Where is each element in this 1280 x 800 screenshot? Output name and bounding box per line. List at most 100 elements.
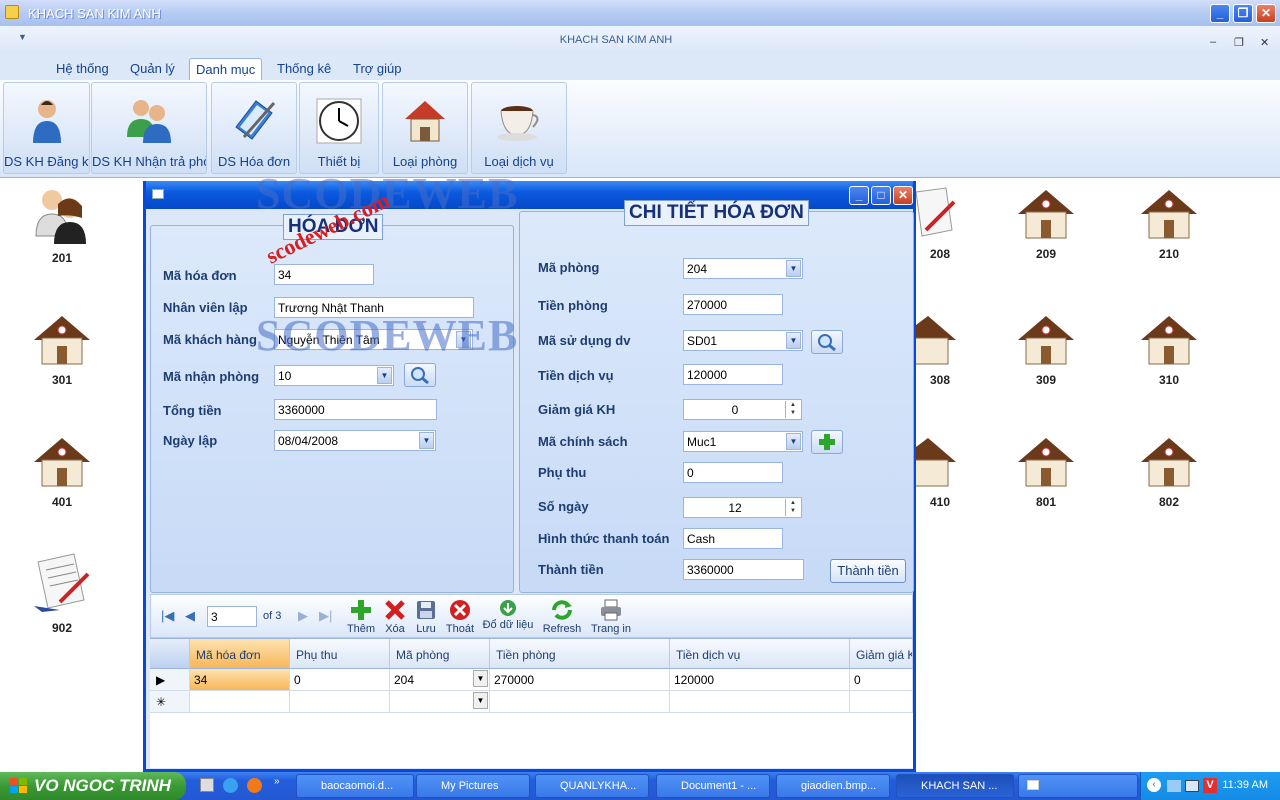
calc-thanh-tien-button[interactable]: Thành tiền (830, 559, 906, 583)
position-input[interactable]: 3 (207, 606, 257, 627)
antivirus-icon[interactable]: V (1203, 778, 1217, 793)
chevron-down-icon[interactable]: ▼ (786, 433, 801, 450)
dialog-maximize-button[interactable]: □ (871, 186, 891, 205)
add-chinh-sach-button[interactable] (811, 430, 843, 454)
room-201[interactable]: 201 (22, 186, 102, 265)
new-row-icon[interactable]: ✳ (150, 691, 190, 713)
maximize-button[interactable]: ❐ (1233, 4, 1253, 23)
taskbar-item-document1[interactable]: Document1 - ... (656, 774, 770, 798)
taskbar-item-my-pictures[interactable]: My Pictures (416, 774, 530, 798)
delete-button[interactable]: Xóa (381, 599, 409, 635)
ribbon-ds-kh-nhan-tra-phong-button[interactable]: DS KH Nhận trả phòng (91, 82, 207, 174)
room-310[interactable]: 310 (1129, 312, 1209, 387)
hinh-thuc-thanh-toan-input[interactable]: Cash (683, 528, 783, 549)
phu-thu-input[interactable]: 0 (683, 462, 783, 483)
column-header-ma-hoa-don[interactable]: Mã hóa đơn (190, 639, 290, 669)
grid-corner[interactable] (150, 639, 190, 669)
column-header-tien-phong[interactable]: Tiền phòng (490, 639, 670, 669)
ribbon-loai-phong-button[interactable]: Loại phòng (382, 82, 468, 174)
quick-launch-more-icon[interactable]: » (274, 776, 280, 787)
quick-launch-desktop-icon[interactable] (200, 778, 214, 792)
column-header-ma-phong[interactable]: Mã phòng (390, 639, 490, 669)
ribbon-loai-dich-vu-button[interactable]: Loại dịch vụ (471, 82, 567, 174)
search-nhan-phong-button[interactable] (404, 363, 436, 387)
ma-khach-hang-select[interactable]: Nguyễn Thiên Tâm ▼ (274, 329, 473, 350)
taskbar-item-baocaomoi[interactable]: baocaomoi.d... (296, 774, 414, 798)
room-401[interactable]: 401 (22, 434, 102, 509)
tong-tien-input[interactable]: 3360000 (274, 399, 437, 420)
spinner-arrows-icon[interactable]: ▲ ▼ (785, 499, 800, 516)
tray-expand-icon[interactable]: ‹ (1147, 778, 1161, 792)
ma-phong-select[interactable]: 204 ▼ (683, 258, 803, 279)
room-209[interactable]: 209 (1006, 186, 1086, 261)
minimize-button[interactable]: _ (1210, 4, 1230, 23)
ngay-lap-date[interactable]: 08/04/2008 ▼ (274, 430, 436, 451)
chevron-down-icon[interactable]: ▼ (473, 692, 488, 709)
table-cell[interactable] (190, 691, 290, 713)
monitor-icon[interactable] (1185, 780, 1199, 792)
ribbon-ds-hoa-don-button[interactable]: DS Hóa đơn (211, 82, 297, 174)
menu-quan-ly[interactable]: Quản lý (124, 58, 181, 80)
nhan-vien-lap-input[interactable]: Trương Nhật Thanh (274, 297, 474, 318)
room-309[interactable]: 309 (1006, 312, 1086, 387)
exit-button[interactable]: Thoát (445, 599, 475, 635)
chevron-down-icon[interactable]: ▼ (456, 331, 471, 348)
table-cell[interactable] (850, 691, 913, 713)
chevron-down-icon[interactable]: ▼ (377, 367, 392, 384)
save-button[interactable]: Lưu (413, 599, 439, 635)
close-button[interactable]: ✕ (1256, 4, 1276, 23)
dialog-minimize-button[interactable]: _ (849, 186, 869, 205)
taskbar-item-giaodien[interactable]: giaodien.bmp... (776, 774, 890, 798)
ma-hoa-don-input[interactable]: 34 (274, 264, 374, 285)
ribbon-thiet-bi-button[interactable]: Thiết bị (299, 82, 379, 174)
quick-launch-firefox-icon[interactable] (247, 778, 262, 793)
giam-gia-kh-spinner[interactable]: 0 ▲ ▼ (683, 399, 802, 420)
search-dich-vu-button[interactable] (811, 330, 843, 354)
table-cell[interactable] (490, 691, 670, 713)
table-cell[interactable] (290, 691, 390, 713)
taskbar-item-untitled[interactable] (1018, 774, 1138, 798)
menu-danh-muc[interactable]: Danh mục (189, 58, 263, 80)
menu-he-thong[interactable]: Hệ thống (50, 58, 115, 80)
room-802[interactable]: 802 (1129, 434, 1209, 509)
menu-thong-ke[interactable]: Thống kê (271, 58, 337, 80)
room-902[interactable]: 902 (22, 552, 102, 635)
mdi-close-button[interactable]: ✕ (1260, 36, 1269, 49)
column-header-giam-gia-kh[interactable]: Giảm giá KH (850, 639, 913, 669)
ma-su-dung-dv-select[interactable]: SD01 ▼ (683, 330, 803, 351)
add-button[interactable]: Thêm (345, 599, 377, 635)
table-cell[interactable]: 270000 (490, 669, 670, 691)
room-301[interactable]: 301 (22, 312, 102, 387)
move-previous-icon[interactable]: ◀ (185, 608, 195, 624)
chevron-down-icon[interactable]: ▼ (786, 260, 801, 277)
column-header-phu-thu[interactable]: Phụ thu (290, 639, 390, 669)
chevron-down-icon[interactable]: ▼ (786, 332, 801, 349)
move-last-icon[interactable]: ▶| (319, 608, 332, 624)
tien-dich-vu-input[interactable]: 120000 (683, 364, 783, 385)
table-cell[interactable]: 34 (190, 669, 290, 691)
refresh-button[interactable]: Refresh (541, 599, 583, 635)
spinner-arrows-icon[interactable]: ▲ ▼ (785, 401, 800, 418)
table-cell[interactable]: 120000 (670, 669, 850, 691)
tien-phong-input[interactable]: 270000 (683, 294, 783, 315)
move-first-icon[interactable]: |◀ (161, 608, 174, 624)
row-selector-icon[interactable]: ▶ (150, 669, 190, 691)
menu-tro-giup[interactable]: Trợ giúp (347, 58, 408, 80)
taskbar-item-quanlykha[interactable]: QUANLYKHA... (535, 774, 649, 798)
table-cell[interactable]: 0 (290, 669, 390, 691)
start-button[interactable]: VO NGOC TRINH (0, 772, 186, 800)
so-ngay-spinner[interactable]: 12 ▲ ▼ (683, 497, 802, 518)
table-cell[interactable]: 0 (850, 669, 913, 691)
mdi-minimize-button[interactable]: – (1210, 36, 1216, 48)
taskbar-item-khach-san[interactable]: KHACH SAN ... (896, 774, 1014, 798)
print-button[interactable]: Trang in (589, 599, 633, 635)
room-801[interactable]: 801 (1006, 434, 1086, 509)
network-icon[interactable] (1167, 780, 1181, 792)
table-cell[interactable] (670, 691, 850, 713)
ma-nhan-phong-select[interactable]: 10 ▼ (274, 365, 394, 386)
mdi-restore-button[interactable]: ❐ (1234, 36, 1244, 49)
move-next-icon[interactable]: ▶ (298, 608, 308, 624)
thanh-tien-input[interactable]: 3360000 (683, 559, 804, 580)
column-header-tien-dich-vu[interactable]: Tiền dịch vụ (670, 639, 850, 669)
chevron-down-icon[interactable]: ▼ (419, 432, 434, 449)
